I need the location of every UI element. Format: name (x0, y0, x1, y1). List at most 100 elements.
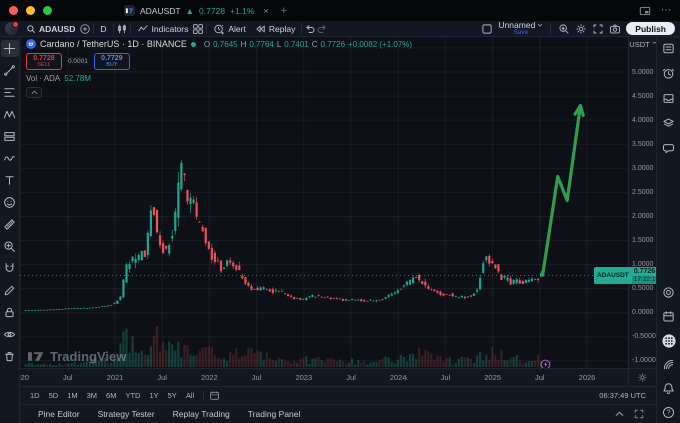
trash-tool-icon[interactable] (1, 348, 19, 365)
user-avatar[interactable] (5, 22, 18, 35)
indicators-label: Indicators (152, 24, 189, 34)
layout-name-button[interactable]: Unnamed Save (498, 21, 543, 37)
search-icon (26, 24, 36, 34)
settings-gear-icon[interactable] (575, 23, 587, 35)
help-icon[interactable]: ? (660, 404, 678, 421)
chart-header: Cardano / TetherUS · 1D · BINANCE O0.764… (26, 39, 412, 98)
crosshair-tool-icon[interactable] (1, 40, 19, 57)
undo-icon[interactable] (304, 23, 316, 35)
bottom-panel-tab[interactable]: Trading Panel (240, 407, 309, 421)
quick-search-icon[interactable] (558, 23, 570, 35)
bottom-panel-tab[interactable]: Strategy Tester (90, 407, 163, 421)
volume-row: Vol · ADA 52.78M (26, 74, 412, 83)
time-axis[interactable]: 2020Jul2021Jul2022Jul2023Jul2024Jul2025J… (20, 368, 628, 386)
symbol-logo-icon (26, 39, 36, 49)
timeframe-button[interactable]: 6M (102, 389, 120, 402)
close-window-button[interactable] (9, 6, 18, 15)
bottom-panel-tab[interactable]: Replay Trading (165, 407, 238, 421)
timeframe-button[interactable]: All (182, 389, 198, 402)
interval-label: D (100, 24, 106, 34)
toolbar-right-group: Unnamed Save Publish (481, 21, 675, 37)
panel-expand-icon[interactable] (615, 411, 624, 417)
collapse-header-button[interactable] (26, 87, 42, 98)
time-tick: Jul (346, 373, 356, 382)
draw-mode-tool-icon[interactable] (1, 282, 19, 299)
low-value: 0.7401 (284, 40, 308, 49)
news-icon[interactable] (660, 90, 678, 107)
tab-symbol: ADAUSDT (140, 6, 181, 16)
replay-label: Replay (269, 24, 295, 34)
interval-button[interactable]: D (96, 22, 110, 36)
text-tool-icon[interactable] (1, 172, 19, 189)
symbol-search-button[interactable]: ADAUSD (22, 22, 79, 36)
time-tick: 2022 (201, 373, 218, 382)
close-value: 0.7726 (321, 40, 345, 49)
bottom-panel-tab[interactable]: Pine Editor (30, 407, 88, 421)
high-value: 0.7764 (249, 40, 273, 49)
timeframe-button[interactable]: 1Y (145, 389, 162, 402)
zoom-window-button[interactable] (43, 6, 52, 15)
measure-tool-icon[interactable] (1, 216, 19, 233)
indicators-button[interactable]: Indicators (133, 22, 193, 36)
picture-in-picture-icon[interactable] (639, 5, 651, 17)
symbol-title[interactable]: Cardano / TetherUS · 1D · BINANCE (40, 39, 187, 49)
time-axis-settings-icon[interactable] (637, 372, 648, 383)
current-price-flag: ADAUSDT 0.7726 17:22:10 (594, 267, 660, 284)
save-layout-link[interactable]: Save (513, 30, 528, 37)
replay-button[interactable]: Replay (250, 22, 299, 36)
price-tick: 0.5000 (632, 285, 653, 292)
position-tool-icon[interactable] (1, 128, 19, 145)
fib-retracement-tool-icon[interactable] (1, 84, 19, 101)
browser-tab[interactable]: ADAUSDT ▲ 0.7728 +1.1% × (124, 5, 269, 16)
zoom-tool-icon[interactable] (1, 238, 19, 255)
indicator-templates-icon[interactable] (192, 23, 204, 35)
object-tree-icon[interactable] (660, 115, 678, 132)
timeframe-button[interactable]: YTD (121, 389, 144, 402)
trend-line-tool-icon[interactable] (1, 62, 19, 79)
compare-add-icon[interactable] (79, 23, 91, 35)
streams-icon[interactable] (660, 356, 678, 373)
buy-button[interactable]: 0.7729 BUY (94, 53, 130, 70)
tradingview-favicon (124, 5, 135, 16)
lock-tool-icon[interactable] (1, 304, 19, 321)
toolbar-divider (301, 23, 302, 34)
alert-button[interactable]: Alert (209, 22, 249, 36)
utc-clock[interactable]: 06:37:49 UTC (599, 391, 646, 400)
timeframe-button[interactable]: 1M (63, 389, 81, 402)
price-axis[interactable]: USDT 5.00004.50004.00003.50003.00002.500… (628, 37, 656, 368)
watchlist-icon[interactable] (660, 40, 678, 57)
layout-icon[interactable] (481, 23, 493, 35)
hide-drawings-tool-icon[interactable] (1, 326, 19, 343)
emoji-tool-icon[interactable] (1, 194, 19, 211)
sell-button[interactable]: 0.7728 SELL (26, 53, 62, 70)
time-tick: 2026 (579, 373, 596, 382)
brush-tool-icon[interactable] (1, 150, 19, 167)
axis-currency-button[interactable]: USDT (629, 40, 657, 49)
chart-type-candles-icon[interactable] (116, 23, 128, 35)
timeframe-button[interactable]: 5Y (164, 389, 181, 402)
timeframe-button[interactable]: 3M (83, 389, 101, 402)
tradingview-window: ADAUSDT ▲ 0.7728 +1.1% × + ⋯ ADAUSD D In… (0, 0, 680, 423)
screenshot-camera-icon[interactable] (609, 23, 621, 35)
timeframe-button[interactable]: 1D (26, 389, 44, 402)
more-icon[interactable]: ⋯ (661, 5, 672, 16)
chat-icon[interactable] (660, 140, 678, 157)
tab-close-icon[interactable]: × (263, 6, 268, 16)
publish-button[interactable]: Publish (626, 22, 675, 35)
market-status-icon[interactable] (191, 42, 196, 47)
dom-icon[interactable] (660, 284, 678, 301)
fullscreen-icon[interactable] (592, 23, 604, 35)
alerts-icon[interactable] (660, 65, 678, 82)
minimize-window-button[interactable] (26, 6, 35, 15)
go-to-date-icon[interactable] (209, 390, 220, 401)
calendar-icon[interactable] (660, 308, 678, 325)
notifications-icon[interactable] (660, 380, 678, 397)
chart-pane[interactable]: Cardano / TetherUS · 1D · BINANCE O0.764… (20, 37, 628, 368)
new-tab-button[interactable]: + (281, 5, 287, 17)
magnet-tool-icon[interactable] (1, 260, 19, 277)
redo-icon[interactable] (316, 23, 328, 35)
apps-menu-icon[interactable] (660, 332, 678, 349)
pattern-tool-icon[interactable] (1, 106, 19, 123)
panel-maximize-icon[interactable] (634, 409, 644, 419)
timeframe-button[interactable]: 5D (45, 389, 63, 402)
